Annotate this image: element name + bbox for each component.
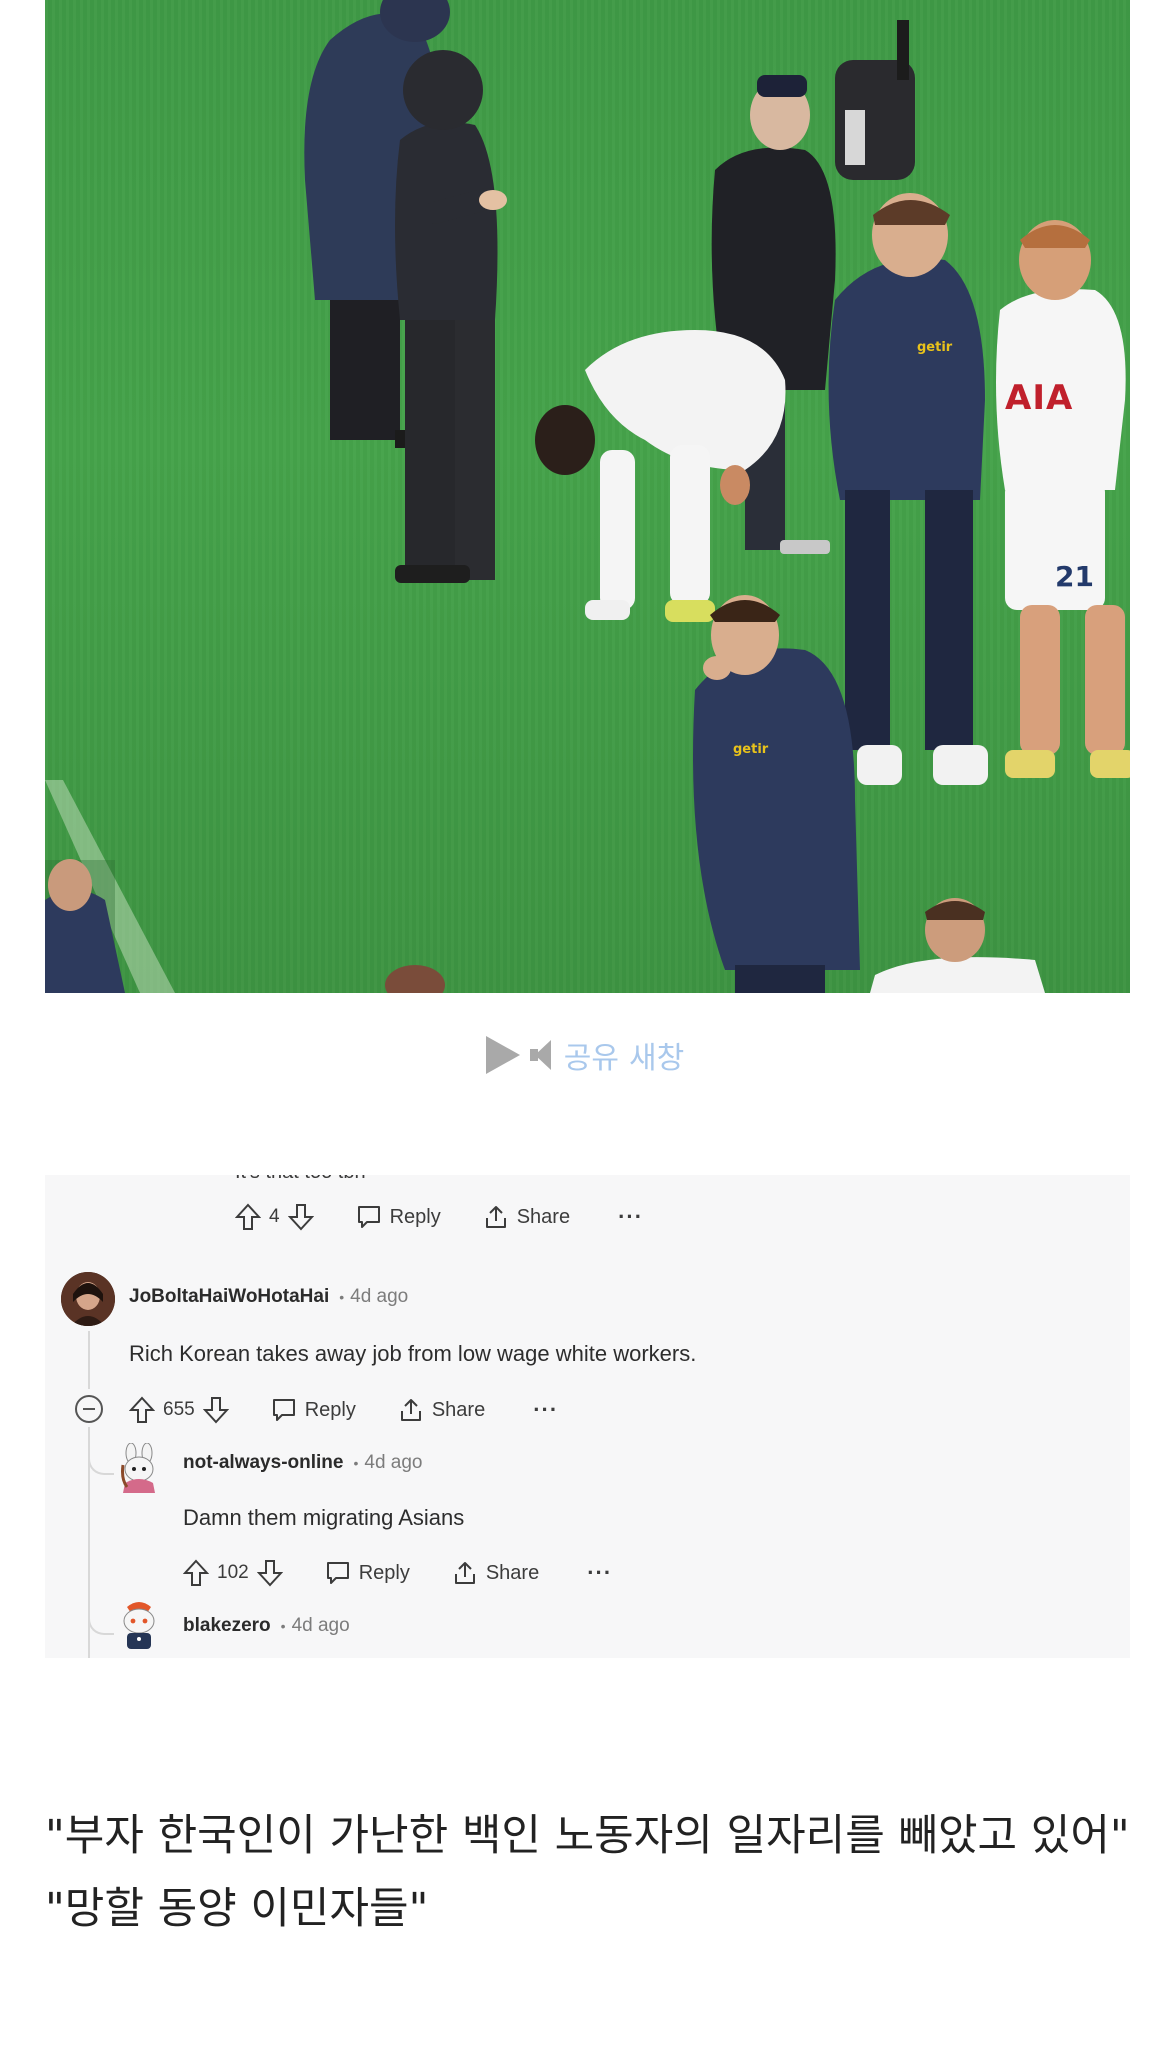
vote-score: 102 <box>217 1562 249 1583</box>
comment-action-bar: 102 Reply Share ··· <box>183 1559 612 1587</box>
play-icon[interactable] <box>485 1036 520 1074</box>
share-icon <box>400 1399 421 1421</box>
share-icon <box>454 1562 475 1584</box>
comment-author[interactable]: JoBoltaHaiWoHotaHai <box>129 1286 329 1308</box>
upvote-icon[interactable] <box>129 1396 155 1424</box>
comment-author[interactable]: not-always-online <box>183 1452 343 1474</box>
share-button[interactable]: Share <box>452 1560 539 1586</box>
share-link[interactable]: 공유 <box>564 1033 619 1077</box>
more-options-button[interactable]: ··· <box>587 1560 612 1586</box>
video-player-controls: 공유 새창 <box>0 1030 1170 1080</box>
reply-button[interactable]: Reply <box>271 1397 356 1423</box>
avatar-image <box>61 1272 115 1326</box>
comment-timestamp[interactable]: 4d ago <box>364 1452 422 1474</box>
person-partial-right <box>870 898 1045 993</box>
downvote-icon[interactable] <box>287 1203 314 1231</box>
share-label: Share <box>516 1205 571 1228</box>
upvote-icon[interactable] <box>235 1203 261 1231</box>
snoo-avatar-icon <box>121 1443 155 1493</box>
comment-body: Damn them migrating Asians <box>183 1505 465 1530</box>
reply-label: Reply <box>358 1561 410 1584</box>
separator-dot: • <box>280 1618 286 1634</box>
reply-button[interactable]: Reply <box>325 1560 410 1586</box>
comment-body: Rich Korean takes away job from low wage… <box>129 1341 697 1366</box>
avatar[interactable] <box>117 1599 161 1649</box>
head-partial <box>385 965 445 993</box>
vote-score: 655 <box>163 1399 195 1420</box>
person-player-21 <box>996 220 1130 778</box>
share-label: Share <box>431 1398 486 1421</box>
video-frame[interactable]: AIA getir getir 21 <box>45 0 1130 993</box>
thread-line <box>88 1331 90 1389</box>
reddit-comment-thread: It's that too tbh 4 Reply Share ··· <box>45 1175 1130 1658</box>
video-still <box>45 0 1130 993</box>
upvote-icon[interactable] <box>183 1559 209 1587</box>
caption-line: "망할 동양 이민자들" <box>45 1884 429 1934</box>
reply-label: Reply <box>389 1205 441 1228</box>
collapse-thread-button[interactable] <box>75 1395 103 1423</box>
reply-button[interactable]: Reply <box>356 1204 441 1230</box>
comment-bubble-icon <box>326 1562 349 1584</box>
separator-dot: • <box>353 1455 359 1471</box>
new-window-link[interactable]: 새창 <box>629 1033 684 1077</box>
reply-label: Reply <box>304 1398 356 1421</box>
comment-header: blakezero • 4d ago <box>183 1615 350 1637</box>
kit-sponsor-text: getir <box>917 340 953 355</box>
person-player-bending <box>535 330 786 622</box>
comment-bubble-icon <box>357 1206 380 1228</box>
comment-timestamp[interactable]: 4d ago <box>292 1615 350 1637</box>
separator-dot: • <box>339 1289 345 1305</box>
share-icon <box>485 1206 506 1228</box>
clipped-comment-text: It's that too tbh <box>235 1175 366 1184</box>
share-button[interactable]: Share <box>398 1397 485 1423</box>
kit-sponsor-text: getir <box>733 742 769 757</box>
comment-bubble-icon <box>272 1399 295 1421</box>
post-caption: "부자 한국인이 가난한 백인 노동자의 일자리를 빼았고 있어" "망할 동양… <box>45 1800 1135 1946</box>
more-options-button[interactable]: ··· <box>618 1204 643 1230</box>
avatar[interactable] <box>61 1272 115 1326</box>
jersey-sponsor-text: AIA <box>1005 378 1074 418</box>
person-player-long-coat <box>693 595 860 993</box>
downvote-icon[interactable] <box>256 1559 283 1587</box>
player-number: 21 <box>1055 560 1094 593</box>
share-button[interactable]: Share <box>483 1204 570 1230</box>
thread-connector <box>88 1427 114 1475</box>
thread-connector <box>88 1575 114 1635</box>
comment-action-bar: 4 Reply Share ··· <box>235 1203 643 1231</box>
comment-action-bar: 655 Reply Share ··· <box>129 1396 558 1424</box>
person-player-navy-jacket <box>828 193 988 785</box>
share-label: Share <box>485 1561 540 1584</box>
caption-line: "부자 한국인이 가난한 백인 노동자의 일자리를 빼았고 있어" <box>45 1811 1130 1861</box>
speaker-icon[interactable] <box>529 1038 554 1072</box>
comment-timestamp[interactable]: 4d ago <box>350 1286 408 1308</box>
downvote-icon[interactable] <box>202 1396 229 1424</box>
vote-score: 4 <box>269 1206 280 1227</box>
comment-author[interactable]: blakezero <box>183 1615 271 1637</box>
comment-header: JoBoltaHaiWoHotaHai • 4d ago <box>129 1286 408 1308</box>
more-options-button[interactable]: ··· <box>533 1397 558 1423</box>
avatar[interactable] <box>117 1443 161 1493</box>
comment-header: not-always-online • 4d ago <box>183 1452 423 1474</box>
snoo-avatar-icon <box>123 1602 155 1649</box>
